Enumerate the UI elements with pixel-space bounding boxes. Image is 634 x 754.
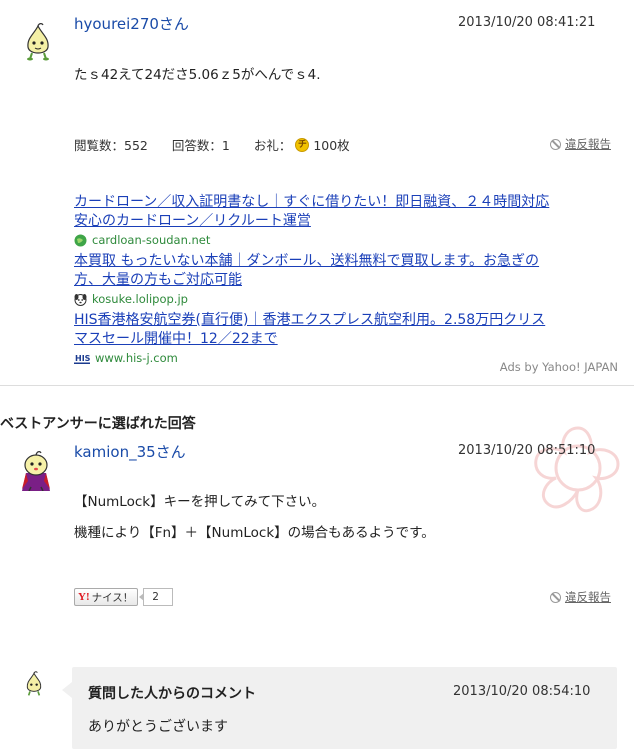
nice-button[interactable]: Y! ナイス！ [74, 588, 139, 606]
answers-count: 回答数：1 [171, 138, 230, 153]
answer-report-link[interactable]: 違反報告 [550, 589, 611, 605]
svg-text:HIS: HIS [75, 354, 90, 363]
ad-item: HIS香港格安航空券(直行便)｜香港エクスプレス航空利用。2.58万円クリス マ… [74, 311, 622, 366]
answerer-avatar-icon[interactable] [16, 447, 56, 491]
his-logo-icon: HIS [74, 353, 90, 364]
reward-value: 100枚 [313, 138, 350, 153]
sponsored-ads: カードローン／収入証明書なし｜すぐに借りたい！即日融資、２４時間対応 安心のカー… [74, 193, 622, 370]
questioner-username[interactable]: hyourei270さん [74, 13, 189, 34]
reward-prefix: お礼： [253, 138, 292, 153]
ads-by-yahoo-label[interactable]: Ads by Yahoo! JAPAN [500, 360, 618, 374]
ad-domain[interactable]: kosuke.lolipop.jp [74, 291, 622, 307]
ad-item: 本買取 もったいない本舗｜ダンボール、送料無料で買取します。お急ぎの 方、大量の… [74, 252, 622, 307]
ad-title-line: マスセール開催中！12／22まで [74, 331, 278, 347]
ad-title-line: 方、大量の方もご対応可能 [74, 272, 242, 288]
reward: お礼： チ 100枚 [254, 135, 350, 154]
ad-title-link[interactable]: 本買取 もったいない本舗｜ダンボール、送料無料で買取します。お急ぎの 方、大量の… [74, 252, 622, 290]
prohibited-icon [550, 138, 561, 150]
ad-title-line: カードローン／収入証明書なし｜すぐに借りたい！即日融資、２４時間対応 [74, 194, 550, 210]
comment-pointer [62, 682, 72, 698]
comment-text: ありがとうございます [88, 719, 228, 735]
ad-title-line: 本買取 もったいない本舗｜ダンボール、送料無料で買取します。お急ぎの [74, 253, 540, 269]
comment-timestamp: 2013/10/20 08:54:10 [453, 684, 591, 699]
question-report-link[interactable]: 違反報告 [550, 136, 611, 152]
best-answer-heading: ベストアンサーに選ばれた回答 [0, 416, 196, 432]
green-globe-icon [74, 234, 87, 246]
questioner-comment-box [72, 667, 617, 749]
answer-timestamp: 2013/10/20 08:51:10 [458, 443, 596, 458]
ad-domain-text: cardloan-soudan.net [92, 233, 211, 247]
section-divider [0, 385, 634, 386]
question-body: たｓ42えて24ださ5.06ｚ5がへんでｓ4. [74, 67, 321, 83]
best-answer-flower-stamp-icon [534, 426, 620, 513]
question-stats: 閲覧数：552 回答数：1 お礼： チ 100枚 [74, 135, 374, 154]
yahoo-logo-icon: Y! [78, 591, 90, 603]
prohibited-icon [550, 591, 561, 603]
coin-icon: チ [295, 137, 310, 152]
answer-line-2: 機種により【Fn】＋【NumLock】の場合もあるようです。 [74, 525, 435, 541]
ad-item: カードローン／収入証明書なし｜すぐに借りたい！即日融資、２４時間対応 安心のカー… [74, 193, 622, 248]
report-label: 違反報告 [565, 137, 611, 151]
ad-domain-text: www.his-j.com [95, 351, 178, 365]
nice-count: 2 [139, 588, 174, 606]
answer-line-1: 【NumLock】キーを押してみて下さい。 [74, 494, 326, 510]
ad-title-link[interactable]: カードローン／収入証明書なし｜すぐに借りたい！即日融資、２４時間対応 安心のカー… [74, 193, 622, 231]
ad-domain-text: kosuke.lolipop.jp [92, 292, 188, 306]
ad-title-link[interactable]: HIS香港格安航空券(直行便)｜香港エクスプレス航空利用。2.58万円クリス マ… [74, 311, 622, 349]
report-label: 違反報告 [565, 590, 611, 604]
answerer-username[interactable]: kamion_35さん [74, 441, 186, 462]
ad-title-line: HIS香港格安航空券(直行便)｜香港エクスプレス航空利用。2.58万円クリス [74, 312, 546, 328]
question-timestamp: 2013/10/20 08:41:21 [458, 15, 596, 30]
nice-label: ナイス！ [91, 591, 134, 604]
nice-button-group: Y! ナイス！ 2 [74, 588, 174, 606]
comment-title: 質問した人からのコメント [88, 686, 256, 702]
commenter-avatar-icon[interactable] [22, 670, 46, 698]
dog-face-icon [74, 293, 87, 306]
questioner-avatar-icon[interactable] [20, 22, 56, 62]
ad-title-line: 安心のカードローン／リクルート運営 [74, 213, 311, 229]
ad-domain[interactable]: cardloan-soudan.net [74, 232, 622, 248]
views-count: 閲覧数：552 [74, 138, 148, 153]
